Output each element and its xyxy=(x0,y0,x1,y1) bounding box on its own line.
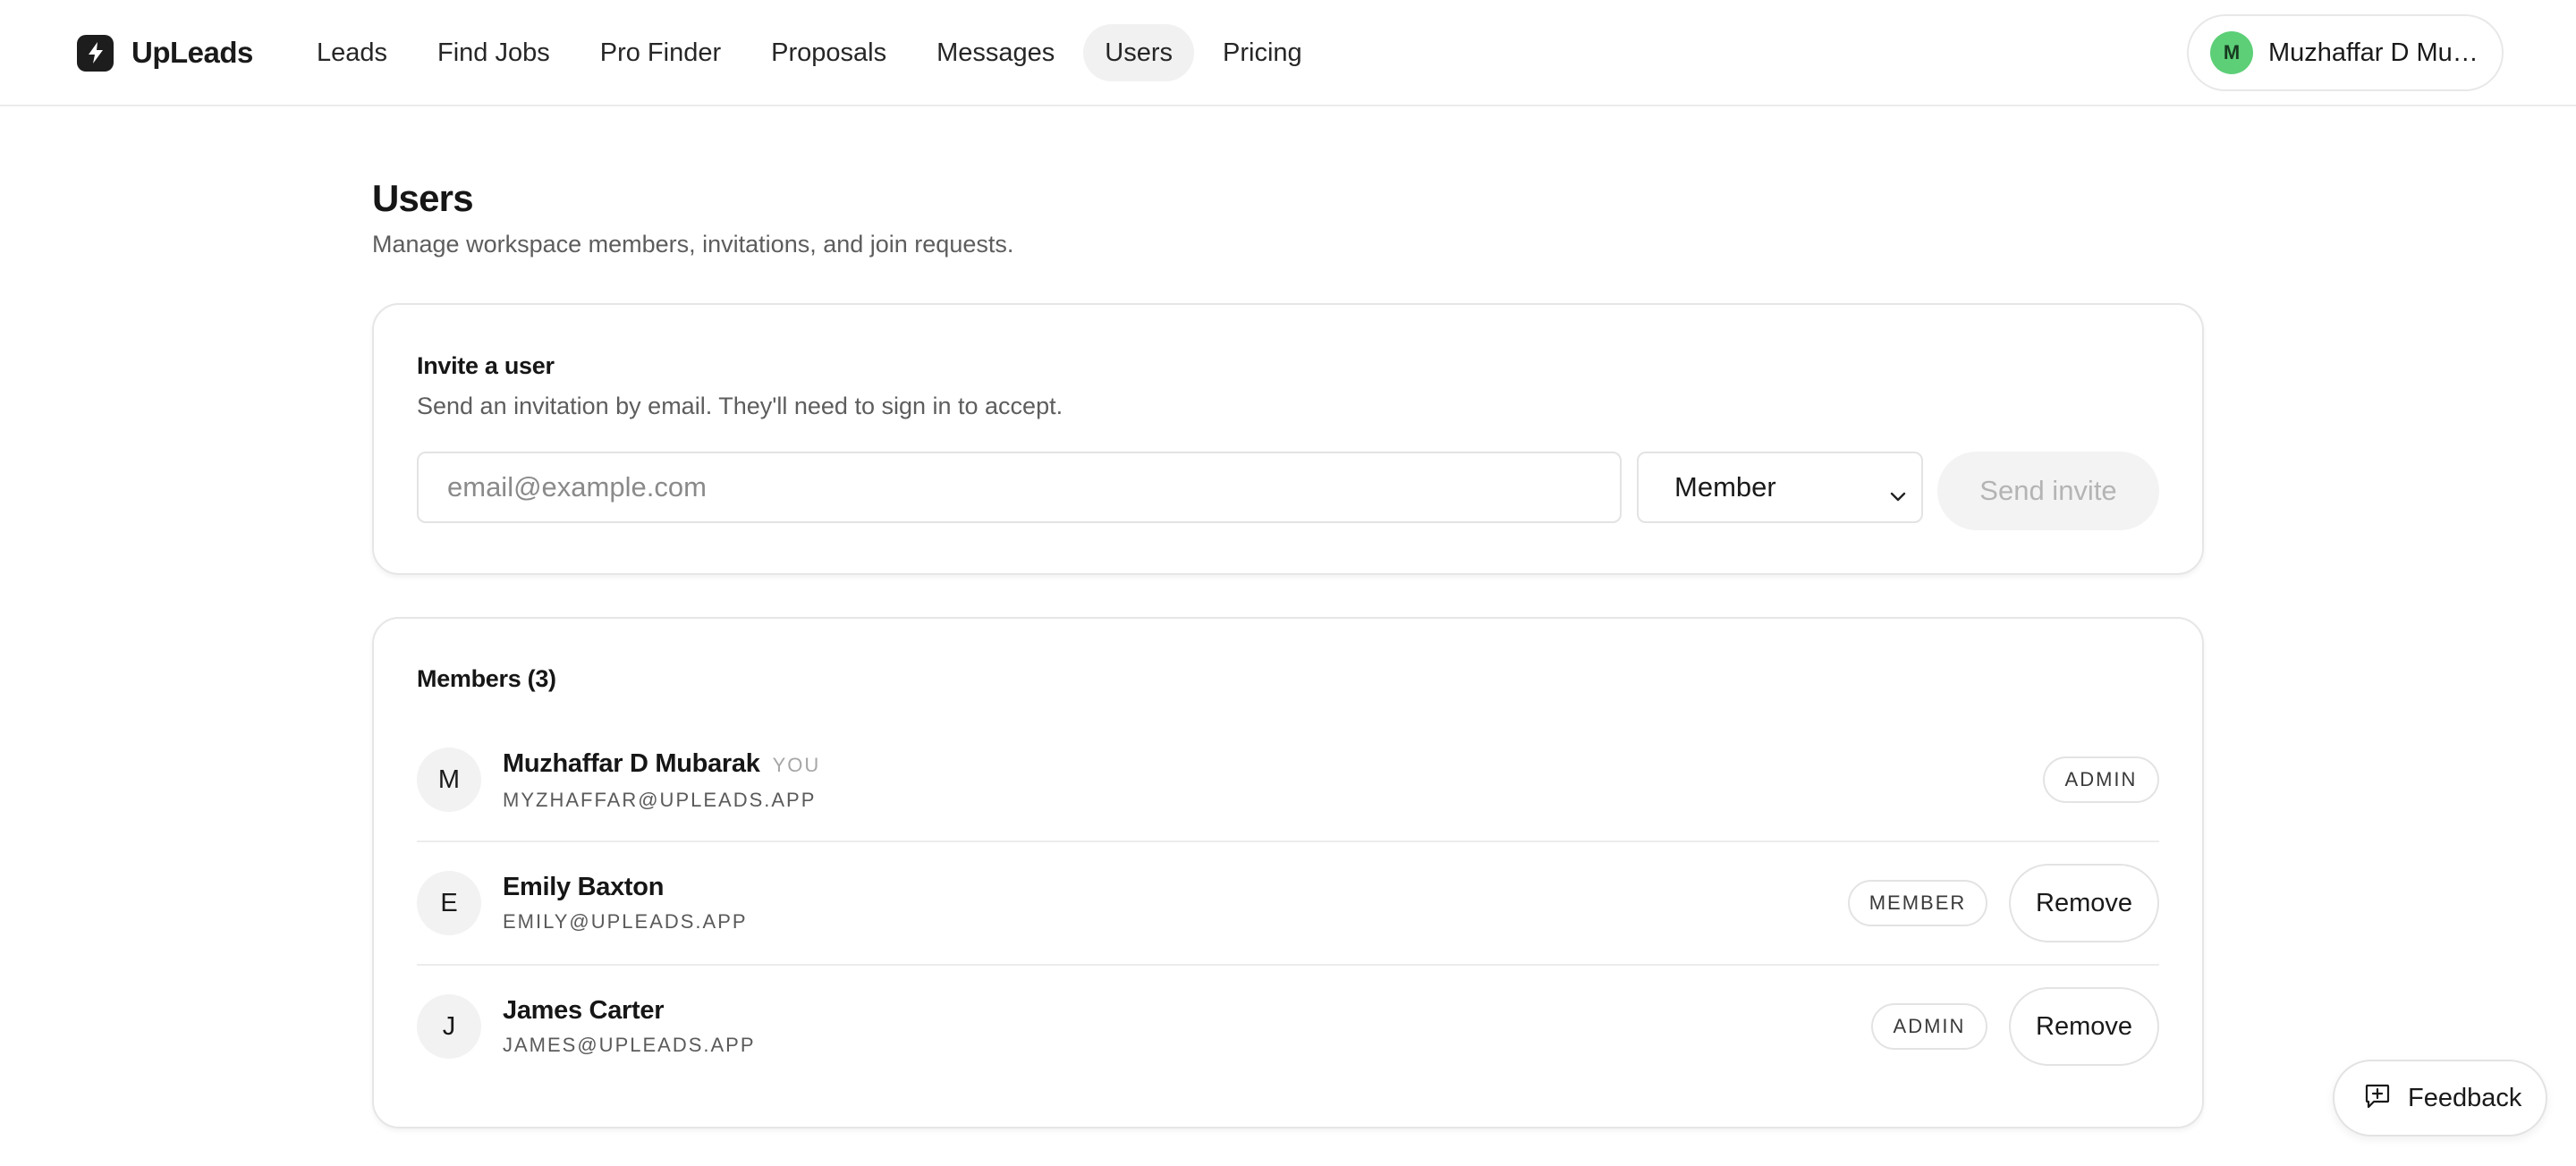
main-nav: Leads Find Jobs Pro Finder Proposals Mes… xyxy=(295,24,1331,81)
avatar: M xyxy=(417,748,481,812)
member-name: Muzhaffar D Mubarak YOU xyxy=(503,749,820,779)
member-email: JAMES@UPLEADS.APP xyxy=(503,1034,756,1056)
you-tag: YOU xyxy=(772,754,821,776)
nav-item-find-jobs[interactable]: Find Jobs xyxy=(416,24,572,81)
send-invite-button[interactable]: Send invite xyxy=(1937,452,2159,530)
chevron-down-icon xyxy=(1889,478,1907,511)
role-badge: MEMBER xyxy=(1848,880,1987,926)
invite-user-card: Invite a user Send an invitation by emai… xyxy=(372,303,2204,575)
page-subtitle: Manage workspace members, invitations, a… xyxy=(372,231,1014,258)
table-row: E Emily Baxton EMILY@UPLEADS.APP MEMBER … xyxy=(417,842,2159,966)
member-name-text: Muzhaffar D Mubarak xyxy=(503,749,760,778)
account-name: Muzhaffar D Mubarak xyxy=(2268,38,2483,67)
remove-member-button[interactable]: Remove xyxy=(2009,987,2159,1066)
members-card-title: Members (3) xyxy=(417,665,556,692)
brand-name: UpLeads xyxy=(131,36,253,69)
email-input[interactable] xyxy=(417,452,1622,523)
avatar: J xyxy=(417,994,481,1059)
remove-member-button[interactable]: Remove xyxy=(2009,864,2159,942)
role-select[interactable]: Member xyxy=(1637,452,1923,523)
nav-item-pricing[interactable]: Pricing xyxy=(1201,24,1324,81)
top-navigation-bar: UpLeads Leads Find Jobs Pro Finder Propo… xyxy=(0,0,2576,106)
avatar: E xyxy=(417,871,481,935)
member-email: EMILY@UPLEADS.APP xyxy=(503,910,748,933)
member-email: MYZHAFFAR@UPLEADS.APP xyxy=(503,789,817,811)
feedback-button[interactable]: Feedback xyxy=(2333,1060,2547,1136)
brand[interactable]: UpLeads xyxy=(77,34,253,72)
members-card: Members (3) M Muzhaffar D Mubarak YOU MYZ… xyxy=(372,617,2204,1128)
feedback-label: Feedback xyxy=(2408,1083,2522,1112)
avatar: M xyxy=(2210,31,2253,74)
role-badge: ADMIN xyxy=(2043,756,2159,803)
page-title: Users xyxy=(372,177,474,219)
invite-card-title: Invite a user xyxy=(417,352,555,379)
nav-item-users[interactable]: Users xyxy=(1083,24,1195,81)
nav-item-messages[interactable]: Messages xyxy=(915,24,1076,81)
role-badge: ADMIN xyxy=(1871,1003,1987,1050)
message-plus-icon xyxy=(2363,1082,2392,1115)
member-name: Emily Baxton xyxy=(503,873,665,901)
table-row: M Muzhaffar D Mubarak YOU MYZHAFFAR@UPLEA… xyxy=(417,740,2159,842)
account-menu-button[interactable]: M Muzhaffar D Mubarak xyxy=(2187,14,2504,91)
role-select-value: Member xyxy=(1674,471,1776,503)
bolt-icon xyxy=(77,34,114,72)
member-name: James Carter xyxy=(503,996,665,1025)
nav-item-proposals[interactable]: Proposals xyxy=(750,24,908,81)
invite-card-description: Send an invitation by email. They'll nee… xyxy=(417,393,1063,419)
nav-item-leads[interactable]: Leads xyxy=(295,24,409,81)
table-row: J James Carter JAMES@UPLEADS.APP ADMIN R… xyxy=(417,966,2159,1089)
nav-item-pro-finder[interactable]: Pro Finder xyxy=(579,24,742,81)
